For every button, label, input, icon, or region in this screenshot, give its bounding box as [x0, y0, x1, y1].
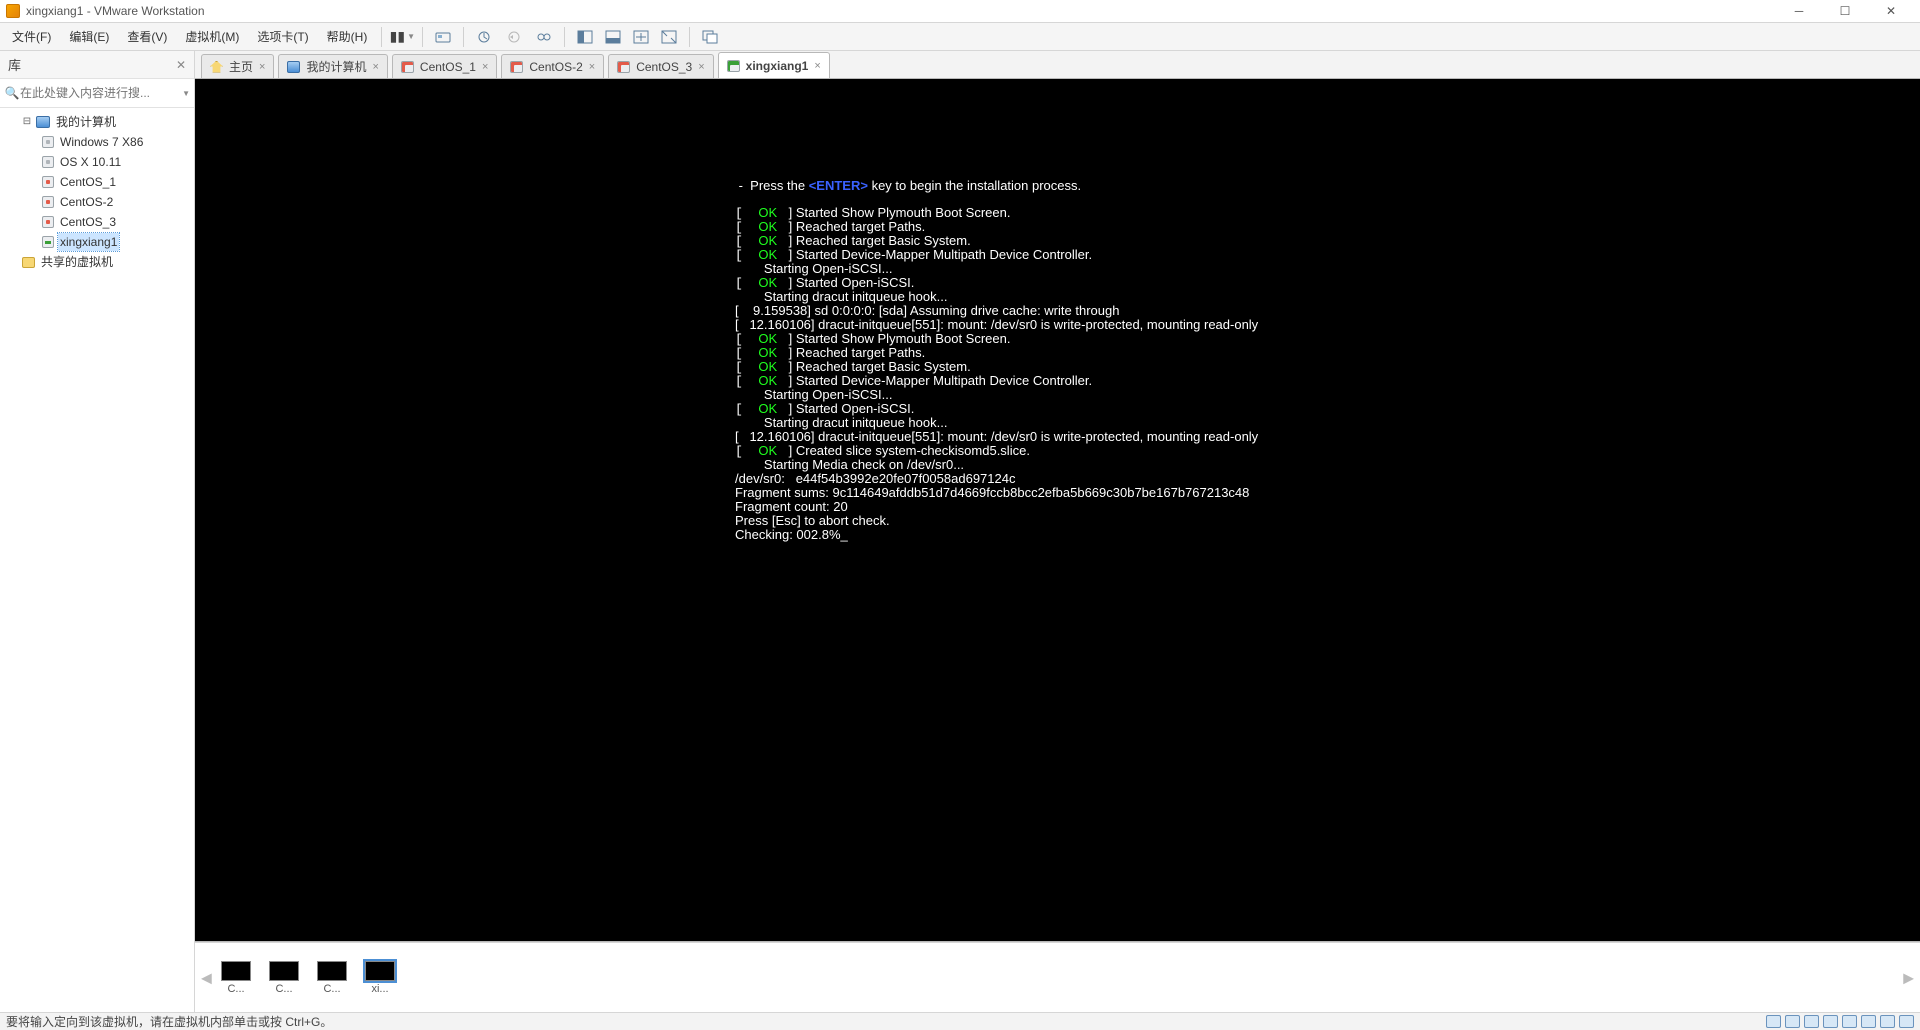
library-close-button[interactable]: ✕: [176, 58, 186, 72]
collapse-icon[interactable]: ⊟: [22, 113, 32, 131]
thumb-screenshot: [365, 961, 395, 981]
library-tree: ⊟ 我的计算机 Windows 7 X86 OS X 10.11 CentOS_…: [0, 108, 194, 1012]
minimize-button[interactable]: ─: [1776, 0, 1822, 22]
thumb-next-button[interactable]: ▶: [1903, 969, 1914, 986]
view-stretch-button[interactable]: [627, 25, 655, 49]
thumb-screenshot: [221, 961, 251, 981]
tree-item-centos3[interactable]: CentOS_3: [0, 212, 194, 232]
vm-icon: [617, 61, 630, 73]
vm-icon: [401, 61, 414, 73]
thumb-item[interactable]: C...: [219, 961, 253, 995]
separator: [422, 27, 423, 47]
tab-centos1[interactable]: CentOS_1×: [392, 54, 497, 78]
vm-icon: [42, 196, 54, 208]
vm-icon: [42, 176, 54, 188]
tab-close-icon[interactable]: ×: [698, 61, 704, 73]
main-area: 主页× 我的计算机× CentOS_1× CentOS-2× CentOS_3×…: [195, 51, 1920, 1012]
window-title: xingxiang1 - VMware Workstation: [26, 4, 1776, 18]
tree-item-centos1[interactable]: CentOS_1: [0, 172, 194, 192]
vm-icon: [42, 156, 54, 168]
tree-item-centos2[interactable]: CentOS-2: [0, 192, 194, 212]
close-button[interactable]: ✕: [1868, 0, 1914, 22]
vm-icon: [727, 60, 740, 72]
status-device-icons: [1766, 1015, 1914, 1028]
separator: [463, 27, 464, 47]
pause-button[interactable]: ▮▮▼: [388, 25, 416, 49]
view-console-button[interactable]: [571, 25, 599, 49]
computer-icon: [287, 61, 300, 73]
device-hdd-icon[interactable]: [1766, 1015, 1781, 1028]
device-usb-icon[interactable]: [1823, 1015, 1838, 1028]
thumb-screenshot: [317, 961, 347, 981]
view-thumbnail-button[interactable]: [599, 25, 627, 49]
titlebar: xingxiang1 - VMware Workstation ─ ☐ ✕: [0, 0, 1920, 23]
menu-file[interactable]: 文件(F): [4, 24, 59, 49]
snapshot-take-button[interactable]: [470, 25, 498, 49]
tree-shared-vms[interactable]: 共享的虚拟机: [0, 252, 194, 272]
tree-root-my-computer[interactable]: ⊟ 我的计算机: [0, 112, 194, 132]
search-input[interactable]: [20, 83, 182, 103]
library-panel: 库 ✕ 🔍 ▼ ⊟ 我的计算机 Windows 7 X86 OS X 10.11…: [0, 51, 195, 1012]
separator: [689, 27, 690, 47]
status-hint: 要将输入定向到该虚拟机，请在虚拟机内部单击或按 Ctrl+G。: [6, 1013, 332, 1030]
folder-icon: [22, 257, 35, 268]
tree-item-xingxiang1[interactable]: xingxiang1: [0, 232, 194, 252]
tree-item-windows7[interactable]: Windows 7 X86: [0, 132, 194, 152]
search-dropdown-icon[interactable]: ▼: [182, 89, 190, 98]
snapshot-revert-button[interactable]: [500, 25, 528, 49]
device-printer-icon[interactable]: [1861, 1015, 1876, 1028]
unity-button[interactable]: [696, 25, 724, 49]
vm-icon: [42, 216, 54, 228]
menu-help[interactable]: 帮助(H): [319, 24, 376, 49]
tabstrip: 主页× 我的计算机× CentOS_1× CentOS-2× CentOS_3×…: [195, 51, 1920, 79]
tab-close-icon[interactable]: ×: [372, 61, 378, 73]
device-sound-icon[interactable]: [1842, 1015, 1857, 1028]
maximize-button[interactable]: ☐: [1822, 0, 1868, 22]
tab-close-icon[interactable]: ×: [259, 61, 265, 73]
menu-tabs[interactable]: 选项卡(T): [249, 24, 316, 49]
thumb-item[interactable]: xi...: [363, 961, 397, 995]
tab-close-icon[interactable]: ×: [814, 60, 820, 72]
menu-view[interactable]: 查看(V): [119, 24, 175, 49]
tab-my-computer[interactable]: 我的计算机×: [278, 54, 387, 78]
tab-close-icon[interactable]: ×: [589, 61, 595, 73]
tab-xingxiang1[interactable]: xingxiang1×: [718, 52, 830, 78]
vm-icon: [510, 61, 523, 73]
computer-icon: [36, 116, 50, 128]
device-message-icon[interactable]: [1899, 1015, 1914, 1028]
thumbnail-strip: ◀ C... C... C... xi... ▶: [195, 942, 1920, 1012]
vm-console[interactable]: - Press the <ENTER> key to begin the ins…: [195, 79, 1920, 942]
snapshot-manager-button[interactable]: [530, 25, 558, 49]
search-icon: 🔍: [4, 86, 20, 100]
library-search[interactable]: 🔍 ▼: [0, 79, 194, 108]
thumb-prev-button[interactable]: ◀: [201, 969, 212, 986]
vm-icon: [42, 236, 54, 248]
thumb-screenshot: [269, 961, 299, 981]
thumb-item[interactable]: C...: [315, 961, 349, 995]
tree-item-osx[interactable]: OS X 10.11: [0, 152, 194, 172]
menu-vm[interactable]: 虚拟机(M): [177, 24, 247, 49]
menu-edit[interactable]: 编辑(E): [61, 24, 117, 49]
menubar: 文件(F) 编辑(E) 查看(V) 虚拟机(M) 选项卡(T) 帮助(H) ▮▮…: [0, 23, 1920, 51]
console-text: - Press the <ENTER> key to begin the ins…: [195, 79, 1920, 542]
separator: [564, 27, 565, 47]
statusbar: 要将输入定向到该虚拟机，请在虚拟机内部单击或按 Ctrl+G。: [0, 1012, 1920, 1030]
device-net-icon[interactable]: [1804, 1015, 1819, 1028]
send-ctrl-alt-del-button[interactable]: [429, 25, 457, 49]
view-fullscreen-button[interactable]: [655, 25, 683, 49]
tab-centos2[interactable]: CentOS-2×: [501, 54, 604, 78]
tab-home[interactable]: 主页×: [201, 54, 274, 78]
separator: [381, 27, 382, 47]
app-icon: [6, 4, 20, 18]
device-cd-icon[interactable]: [1785, 1015, 1800, 1028]
tab-close-icon[interactable]: ×: [482, 61, 488, 73]
tab-centos3[interactable]: CentOS_3×: [608, 54, 713, 78]
home-icon: [210, 61, 223, 73]
device-display-icon[interactable]: [1880, 1015, 1895, 1028]
thumb-item[interactable]: C...: [267, 961, 301, 995]
library-title: 库: [8, 55, 176, 74]
library-header: 库 ✕: [0, 51, 194, 79]
vm-icon: [42, 136, 54, 148]
